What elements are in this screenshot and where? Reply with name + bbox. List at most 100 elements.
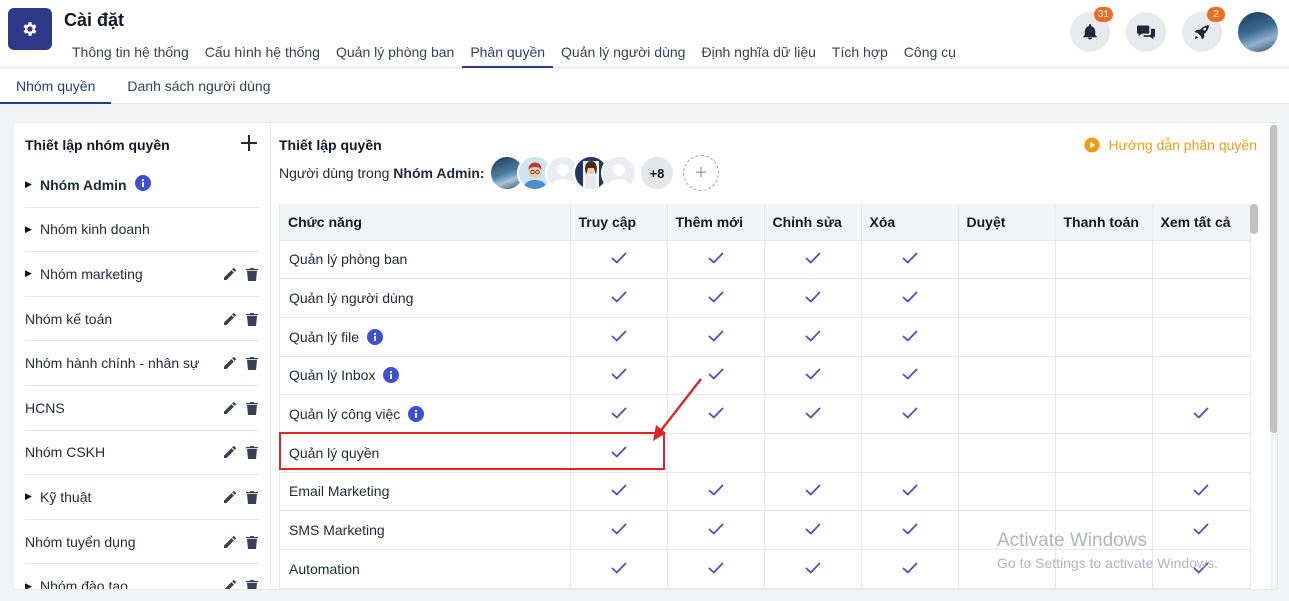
settings-app-icon[interactable] (8, 8, 52, 50)
caret-right-icon[interactable]: ▶ (25, 179, 40, 190)
permission-cell[interactable] (764, 510, 862, 550)
member-avatar[interactable] (601, 155, 637, 191)
permission-cell[interactable] (1055, 240, 1153, 280)
permission-cell[interactable] (764, 549, 862, 589)
permission-cell[interactable] (764, 394, 862, 434)
permission-cell[interactable] (570, 510, 668, 550)
edit-icon[interactable] (223, 312, 237, 326)
notifications-button[interactable]: 31 (1070, 7, 1113, 52)
permission-cell[interactable] (764, 433, 862, 473)
permission-cell[interactable] (1055, 278, 1153, 318)
group-item[interactable]: ▶ Nhóm kinh doanh (25, 208, 259, 253)
caret-right-icon[interactable]: ▶ (25, 491, 40, 502)
user-avatar[interactable] (1238, 12, 1278, 52)
permission-cell[interactable] (1152, 240, 1251, 280)
permission-cell[interactable] (861, 510, 959, 550)
permission-cell[interactable] (667, 278, 765, 318)
group-item[interactable]: ▶ Nhóm đào tạo (25, 564, 259, 589)
more-members-count[interactable]: +8 (639, 155, 675, 191)
group-info[interactable] (134, 175, 151, 194)
permission-cell[interactable] (764, 472, 862, 512)
nav-item[interactable]: Công cụ (896, 36, 964, 68)
group-item[interactable]: ▶ Nhóm marketing (25, 252, 259, 297)
page-scrollbar-thumb[interactable] (1270, 125, 1277, 433)
permission-guide-link[interactable]: Hướng dẫn phân quyền (1084, 137, 1257, 153)
nav-item[interactable]: Tích hợp (824, 36, 896, 68)
table-scrollbar-thumb[interactable] (1250, 204, 1258, 234)
nav-item[interactable]: Định nghĩa dữ liệu (693, 36, 823, 68)
group-item[interactable]: HCNS (25, 386, 259, 431)
permission-cell[interactable] (861, 278, 959, 318)
permission-cell[interactable] (958, 240, 1056, 280)
tab-permission-groups[interactable]: Nhóm quyền (0, 69, 112, 104)
permission-cell[interactable] (1152, 510, 1251, 550)
trash-icon[interactable] (245, 579, 259, 589)
permission-cell[interactable] (667, 240, 765, 280)
group-item[interactable]: ▶ Nhóm Admin (25, 163, 259, 208)
trash-icon[interactable] (245, 535, 259, 549)
trash-icon[interactable] (245, 267, 259, 281)
permission-cell[interactable] (958, 472, 1056, 512)
permission-cell[interactable] (958, 317, 1056, 357)
trash-icon[interactable] (245, 356, 259, 371)
add-member-button[interactable]: + (683, 155, 719, 191)
permission-cell[interactable] (1152, 356, 1251, 396)
add-group-button[interactable] (239, 133, 259, 155)
permission-cell[interactable] (1152, 433, 1251, 473)
permission-cell[interactable] (958, 394, 1056, 434)
permission-cell[interactable] (861, 240, 959, 280)
permission-cell[interactable] (764, 240, 862, 280)
permission-cell[interactable] (1152, 472, 1251, 512)
trash-icon[interactable] (245, 445, 259, 460)
info-icon[interactable] (383, 367, 400, 384)
group-item[interactable]: Nhóm kế toán (25, 297, 259, 342)
nav-item[interactable]: Thông tin hệ thống (64, 36, 197, 68)
nav-item[interactable]: Quản lý người dùng (553, 36, 693, 68)
permission-cell[interactable] (570, 317, 668, 357)
permission-cell[interactable] (861, 433, 959, 473)
permission-cell[interactable] (667, 356, 765, 396)
group-item[interactable]: Nhóm hành chính - nhân sự (25, 341, 259, 386)
permission-cell[interactable] (570, 356, 668, 396)
group-item[interactable]: Nhóm tuyển dụng (25, 520, 259, 565)
caret-right-icon[interactable]: ▶ (25, 224, 40, 235)
permission-cell[interactable] (1055, 317, 1153, 357)
permission-cell[interactable] (958, 510, 1056, 550)
caret-right-icon[interactable]: ▶ (25, 581, 40, 589)
permission-cell[interactable] (861, 356, 959, 396)
info-icon[interactable] (367, 328, 384, 345)
permission-cell[interactable] (1055, 472, 1153, 512)
caret-right-icon[interactable]: ▶ (25, 268, 40, 279)
edit-icon[interactable] (223, 535, 237, 549)
permission-cell[interactable] (861, 394, 959, 434)
permission-cell[interactable] (861, 317, 959, 357)
trash-icon[interactable] (245, 312, 259, 326)
permission-cell[interactable] (667, 472, 765, 512)
permission-cell[interactable] (861, 472, 959, 512)
permission-cell[interactable] (1152, 549, 1251, 589)
permission-cell[interactable] (958, 278, 1056, 318)
permission-cell[interactable] (1055, 433, 1153, 473)
nav-item[interactable]: Quản lý phòng ban (328, 36, 462, 68)
trash-icon[interactable] (245, 401, 259, 415)
permission-cell[interactable] (667, 433, 765, 473)
chat-button[interactable] (1126, 12, 1166, 52)
permission-cell[interactable] (570, 394, 668, 434)
permission-cell[interactable] (1152, 278, 1251, 318)
rocket-button[interactable]: 2 (1182, 7, 1225, 52)
permission-cell[interactable] (570, 433, 668, 473)
info-icon[interactable] (408, 406, 425, 423)
permission-cell[interactable] (958, 433, 1056, 473)
permission-cell[interactable] (958, 356, 1056, 396)
permission-cell[interactable] (570, 240, 668, 280)
permission-cell[interactable] (570, 472, 668, 512)
edit-icon[interactable] (223, 401, 237, 415)
edit-icon[interactable] (223, 579, 237, 589)
edit-icon[interactable] (223, 445, 237, 459)
edit-icon[interactable] (223, 267, 237, 281)
permission-cell[interactable] (1055, 356, 1153, 396)
permission-cell[interactable] (1055, 549, 1153, 589)
permission-cell[interactable] (1055, 510, 1153, 550)
nav-item[interactable]: Phân quyền (462, 36, 554, 68)
permission-cell[interactable] (1152, 394, 1251, 434)
